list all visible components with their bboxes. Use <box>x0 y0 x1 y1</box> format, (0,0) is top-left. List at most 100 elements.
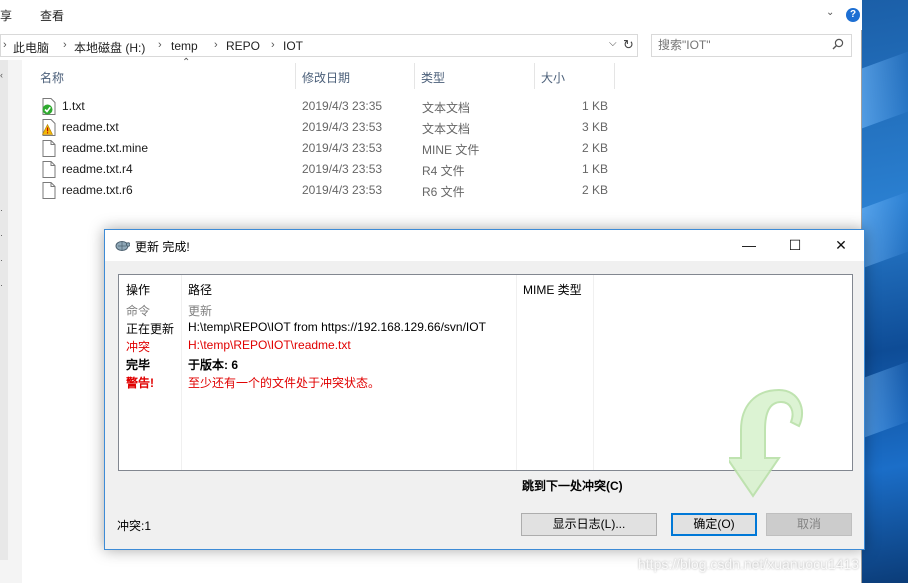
action-cell: 命令 <box>126 304 151 318</box>
file-type: R4 文件 <box>422 164 465 178</box>
file-size: 1 KB <box>581 162 608 176</box>
url-watermark: https://blog.csdn.net/xuanuocu1413 <box>638 556 860 572</box>
file-modified-date: 2019/4/3 23:53 <box>302 183 383 197</box>
path-cell: H:\temp\REPO\IOT from https://192.168.12… <box>188 320 486 334</box>
file-type: 文本文档 <box>422 101 471 115</box>
desktop-background <box>862 0 908 583</box>
navigation-pane: ‹ · · · · <box>0 60 22 583</box>
tab-view[interactable]: 查看 <box>40 7 64 24</box>
column-divider[interactable] <box>534 63 535 89</box>
navigation-scrollbar[interactable] <box>0 60 8 560</box>
column-divider[interactable] <box>614 63 615 89</box>
ribbon-expand-chevron-icon[interactable]: ⌄ <box>826 7 834 18</box>
svn-normal-file-icon <box>42 98 56 115</box>
file-size: 1 KB <box>581 99 608 113</box>
dialog-titlebar[interactable]: 更新 完成! — ☐ ✕ <box>105 230 864 261</box>
minimize-icon[interactable]: — <box>726 230 772 261</box>
address-bar[interactable]: › 此电脑 › 本地磁盘 (H:) › temp › REPO › IOT ⌵ … <box>0 34 638 57</box>
nav-item-fragment: ‹ <box>0 70 3 80</box>
file-modified-date: 2019/4/3 23:35 <box>302 99 383 113</box>
file-name: readme.txt.r4 <box>62 162 133 176</box>
search-icon[interactable] <box>832 38 844 50</box>
search-box[interactable] <box>651 34 852 57</box>
column-header-path[interactable]: 路径 <box>188 281 212 298</box>
column-header-type[interactable]: 类型 <box>421 69 445 86</box>
file-icon <box>42 161 56 178</box>
nav-item-fragment: · <box>0 255 3 265</box>
list-item[interactable]: 完毕 于版本: 6 <box>119 354 852 372</box>
nav-item-fragment: · <box>0 230 3 240</box>
file-name: 1.txt <box>62 99 85 113</box>
action-cell: 冲突 <box>126 340 151 354</box>
breadcrumb-separator-icon: › <box>3 39 7 51</box>
conflict-count: 冲突:1 <box>117 519 152 533</box>
breadcrumb-separator-icon[interactable]: › <box>214 39 218 51</box>
column-header-date[interactable]: 修改日期 <box>302 69 350 86</box>
file-modified-date: 2019/4/3 23:53 <box>302 162 383 176</box>
column-divider[interactable] <box>414 63 415 89</box>
list-item[interactable]: 冲突 H:\temp\REPO\IOT\readme.txt <box>119 336 852 354</box>
file-type: 文本文档 <box>422 122 471 136</box>
file-row[interactable]: readme.txt.r6 2019/4/3 23:53 R6 文件 2 KB <box>22 180 862 201</box>
file-size: 2 KB <box>581 141 608 155</box>
list-item[interactable]: 命令 更新 <box>119 300 852 318</box>
cancel-button: 取消 <box>766 513 852 536</box>
update-results-list[interactable]: 操作 路径 MIME 类型 命令 更新 正在更新 H:\temp\REPO\IO… <box>118 274 853 498</box>
file-row[interactable]: 1.txt 2019/4/3 23:35 文本文档 1 KB <box>22 96 862 117</box>
tab-share[interactable]: 享 <box>0 7 12 24</box>
search-input[interactable] <box>658 38 818 52</box>
path-cell: 更新 <box>188 304 213 318</box>
breadcrumb-separator-icon[interactable]: › <box>158 39 162 51</box>
breadcrumb-iot[interactable]: IOT <box>283 39 303 53</box>
column-divider[interactable] <box>295 63 296 89</box>
action-cell: 完毕 <box>126 358 151 372</box>
path-cell: 于版本: 6 <box>188 358 239 372</box>
path-cell: 至少还有一个的文件处于冲突状态。 <box>188 376 381 390</box>
column-header-size[interactable]: 大小 <box>541 69 565 86</box>
file-icon <box>42 140 56 157</box>
column-header-action[interactable]: 操作 <box>126 281 150 298</box>
file-icon <box>42 182 56 199</box>
address-history-dropdown-icon[interactable]: ⌵ <box>609 38 617 49</box>
svn-conflict-file-icon <box>42 119 56 136</box>
desktop-light-beam <box>862 51 908 129</box>
sort-ascending-icon: ⌃ <box>182 57 191 68</box>
file-row[interactable]: readme.txt.mine 2019/4/3 23:53 MINE 文件 2… <box>22 138 862 159</box>
breadcrumb-this-pc[interactable]: 此电脑 <box>13 39 49 56</box>
column-header-name[interactable]: 名称 <box>40 69 64 86</box>
jump-to-next-conflict-link[interactable]: 跳到下一处冲突(C) <box>522 477 623 494</box>
action-cell: 警告! <box>126 376 154 390</box>
path-cell: H:\temp\REPO\IOT\readme.txt <box>188 338 351 352</box>
ribbon-tabs: 享 查看 ⌄ ? <box>0 0 862 30</box>
close-icon[interactable]: ✕ <box>818 230 864 261</box>
help-icon[interactable]: ? <box>846 8 860 22</box>
nav-item-fragment: · <box>0 205 3 215</box>
maximize-icon[interactable]: ☐ <box>772 230 818 261</box>
desktop-light-beam <box>862 361 908 439</box>
file-modified-date: 2019/4/3 23:53 <box>302 120 383 134</box>
file-name: readme.txt <box>62 120 119 134</box>
file-size: 2 KB <box>581 183 608 197</box>
file-size: 3 KB <box>581 120 608 134</box>
column-header-mime-type[interactable]: MIME 类型 <box>523 281 582 298</box>
breadcrumb-separator-icon[interactable]: › <box>63 39 67 51</box>
file-modified-date: 2019/4/3 23:53 <box>302 141 383 155</box>
file-row[interactable]: readme.txt.r4 2019/4/3 23:53 R4 文件 1 KB <box>22 159 862 180</box>
breadcrumb-repo[interactable]: REPO <box>226 39 260 53</box>
nav-item-fragment: · <box>0 280 3 290</box>
breadcrumb-separator-icon[interactable]: › <box>271 39 275 51</box>
file-name: readme.txt.mine <box>62 141 149 155</box>
refresh-icon[interactable]: ↻ <box>623 37 634 53</box>
desktop-light-beam <box>862 191 908 269</box>
action-cell: 正在更新 <box>126 322 175 336</box>
column-header-row: ⌃ 名称 修改日期 类型 大小 <box>22 57 862 91</box>
file-row[interactable]: readme.txt 2019/4/3 23:53 文本文档 3 KB <box>22 117 862 138</box>
ok-button[interactable]: 确定(O) <box>671 513 757 536</box>
update-arrow-watermark-icon <box>729 388 804 498</box>
file-type: MINE 文件 <box>422 143 480 157</box>
breadcrumb-drive-h[interactable]: 本地磁盘 (H:) <box>74 39 145 56</box>
list-item[interactable]: 正在更新 H:\temp\REPO\IOT from https://192.1… <box>119 318 852 336</box>
show-log-button[interactable]: 显示日志(L)... <box>521 513 657 536</box>
file-type: R6 文件 <box>422 185 465 199</box>
breadcrumb-temp[interactable]: temp <box>171 39 198 53</box>
